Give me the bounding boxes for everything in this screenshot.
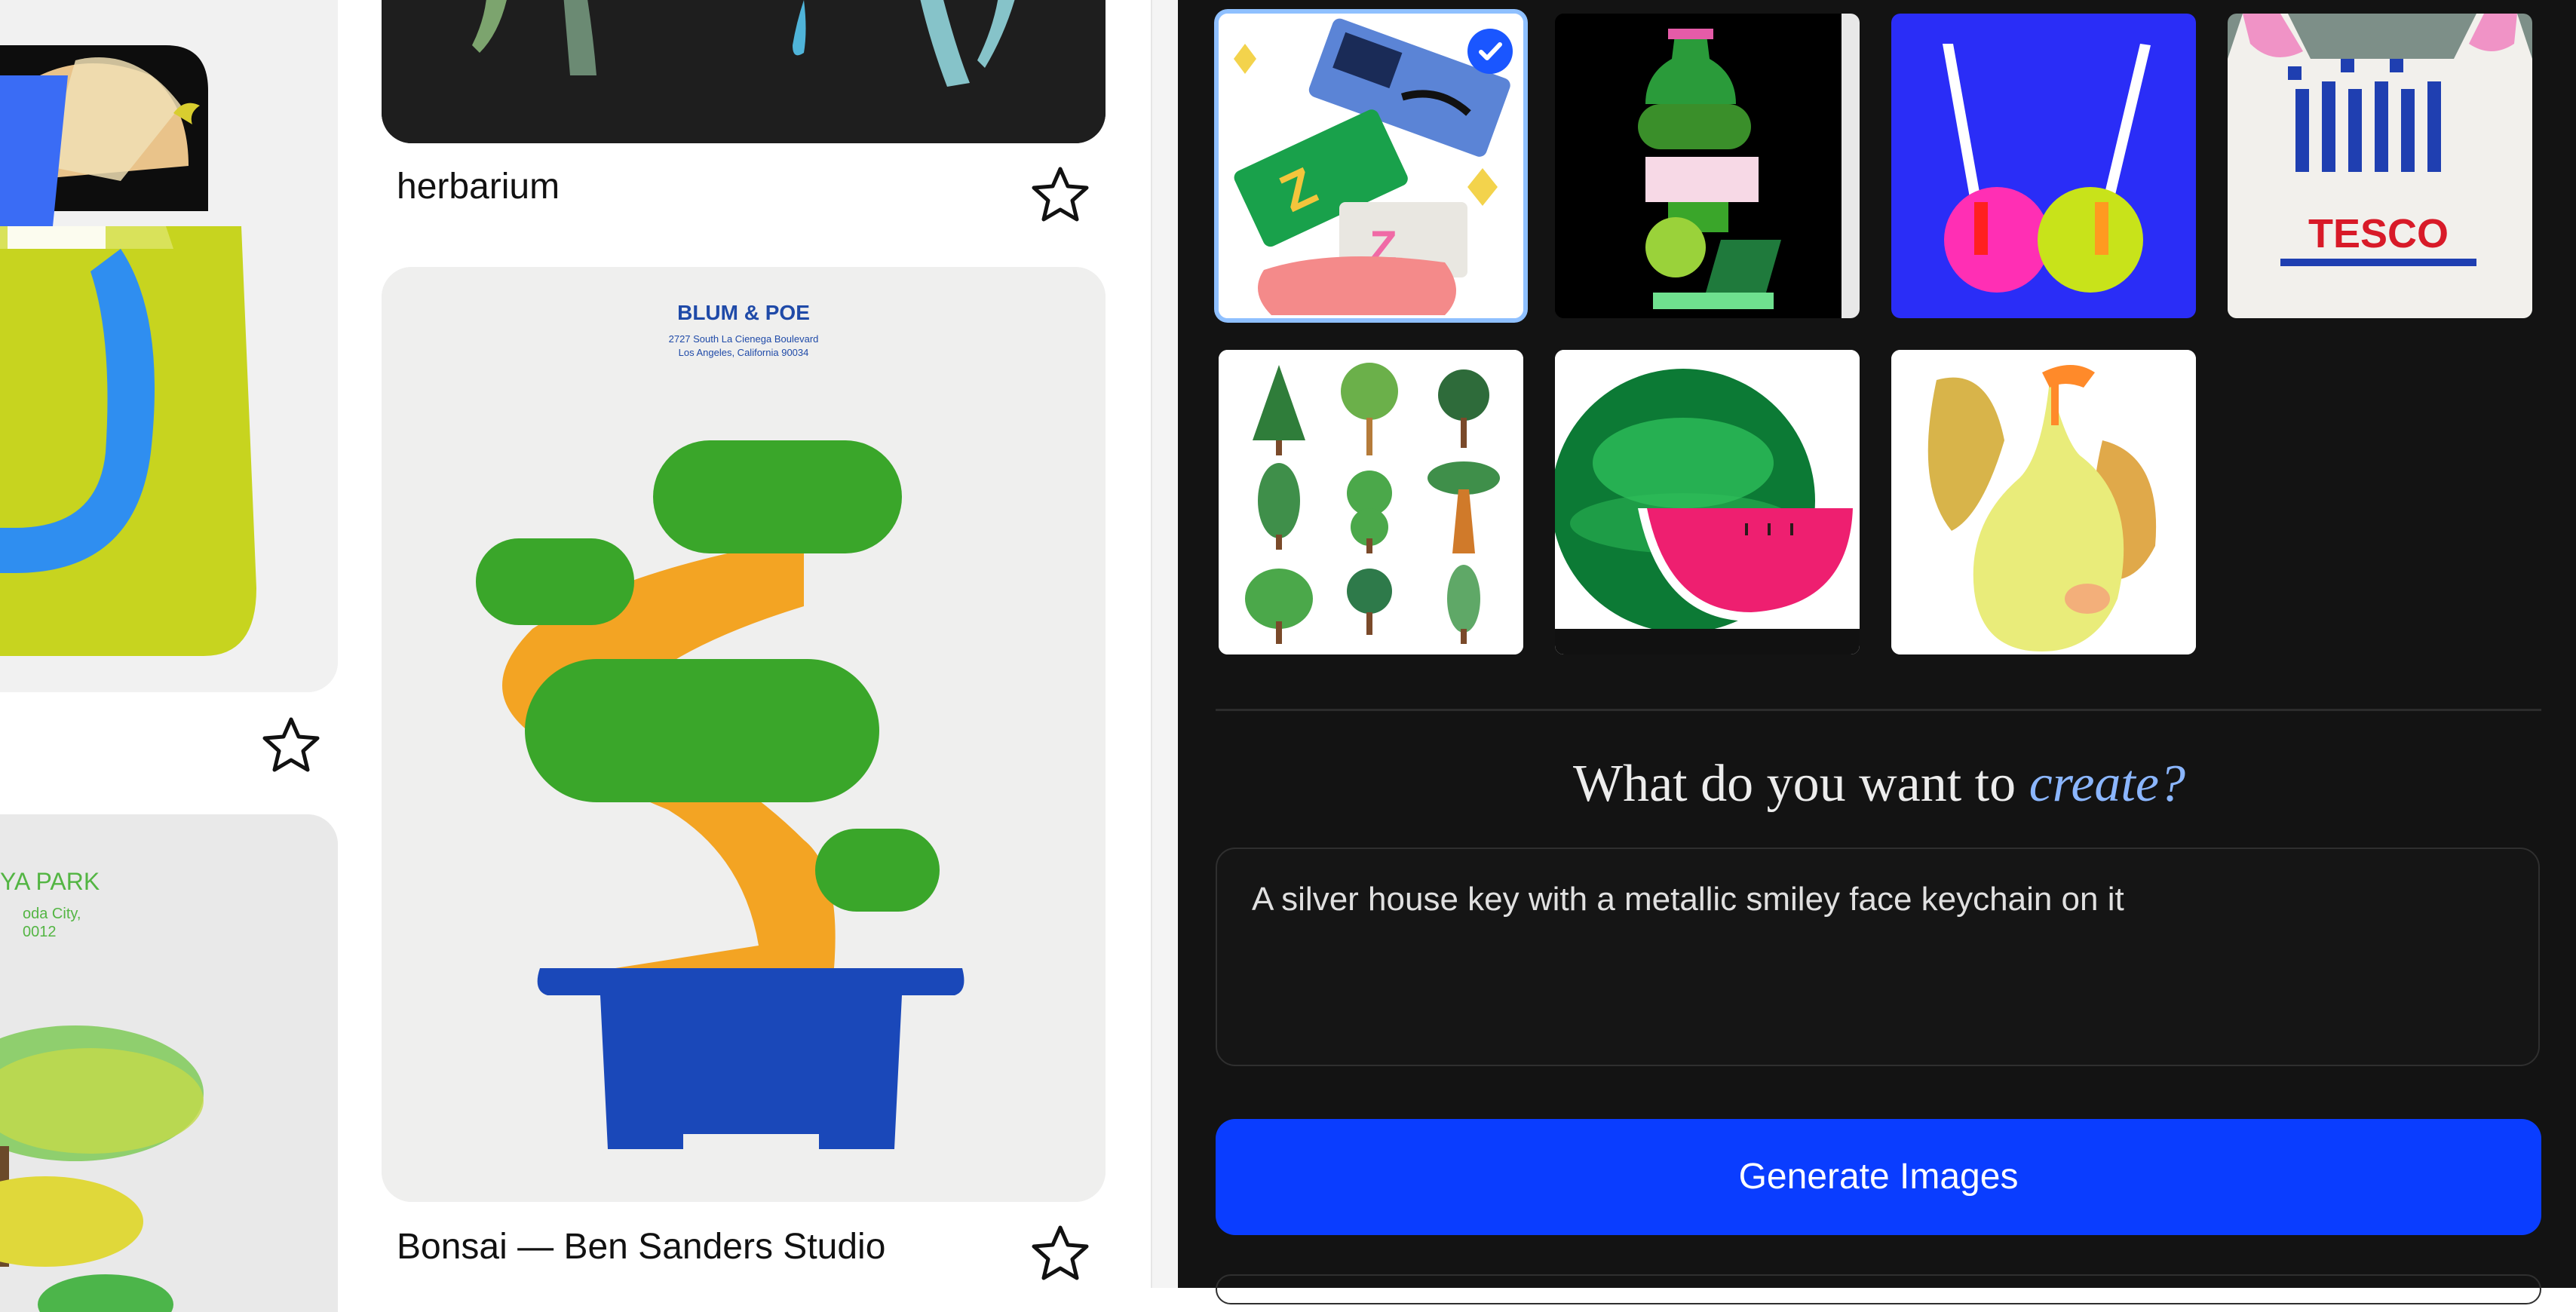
section-divider [1216, 709, 2541, 711]
favorite-star-icon[interactable] [1030, 164, 1090, 225]
poster-address-1: 2727 South La Cienega Boulevard [669, 333, 819, 345]
shopping-bag-artwork [0, 0, 338, 692]
generate-images-button[interactable]: Generate Images [1216, 1119, 2541, 1235]
favorite-star-icon[interactable] [261, 715, 321, 775]
style-thumbnail-bottle-stack[interactable] [1555, 14, 1860, 318]
gallery-card-herbarium-image[interactable] [382, 0, 1106, 143]
prompt-input[interactable]: A silver house key with a metallic smile… [1216, 848, 2540, 1066]
gallery-card-shopping-bag[interactable] [0, 0, 338, 692]
gallery-card-caption: herbarium [397, 167, 560, 207]
poster-park-line-2: 0012 [23, 924, 57, 940]
style-thumbnail-blue-bikini[interactable] [1891, 14, 2196, 318]
create-heading-accent: create? [2029, 755, 2185, 813]
poster-park-title: YA PARK [0, 868, 100, 895]
park-poster-artwork: YA PARK oda City, 0012 [0, 814, 338, 1312]
style-thumbnail-tesco-bag[interactable]: TESCO [2228, 14, 2532, 318]
tesco-label: TESCO [2308, 211, 2449, 256]
selected-checkmark-icon [1467, 29, 1513, 74]
gallery-card-caption: Bonsai — Ben Sanders Studio [397, 1227, 886, 1267]
secondary-button-partial[interactable] [1216, 1274, 2541, 1304]
gallery-card-park-poster[interactable]: YA PARK oda City, 0012 [0, 814, 338, 1312]
gallery-card-bonsai-image[interactable]: BLUM & POE 2727 South La Cienega Bouleva… [382, 267, 1106, 1202]
create-heading: What do you want to create? [1573, 755, 2185, 813]
style-thumbnail-pear[interactable] [1891, 350, 2196, 654]
prompt-input-value[interactable]: A silver house key with a metallic smile… [1252, 881, 2124, 918]
style-thumbnail-trees[interactable] [1219, 350, 1523, 654]
style-thumbnail-watermelon[interactable] [1555, 350, 1860, 654]
poster-address-2: Los Angeles, California 90034 [679, 347, 809, 358]
herbarium-artwork [382, 0, 1106, 143]
bonsai-artwork: BLUM & POE 2727 South La Cienega Bouleva… [382, 267, 1106, 1202]
poster-header: BLUM & POE [677, 301, 810, 324]
favorite-star-icon[interactable] [1030, 1223, 1090, 1283]
pane-divider[interactable] [1151, 0, 1179, 1288]
poster-park-line-1: oda City, [23, 906, 81, 922]
